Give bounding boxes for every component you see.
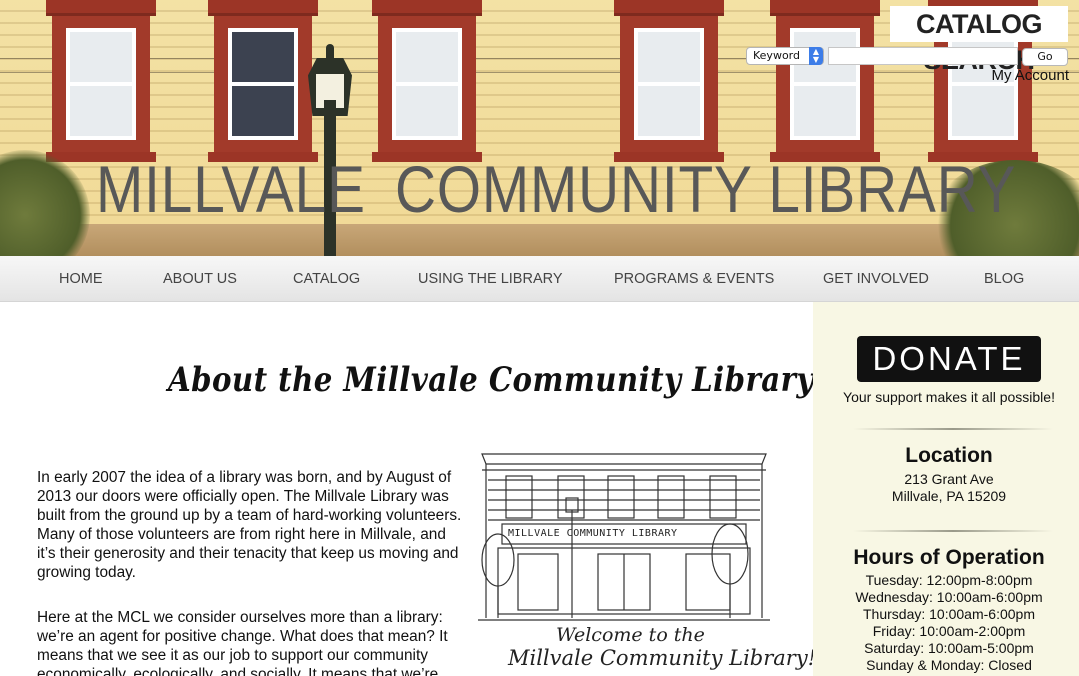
nav-about-us[interactable]: ABOUT US	[163, 256, 237, 302]
illustration-sign-text: MILLVALE COMMUNITY LIBRARY	[508, 528, 678, 539]
donate-button[interactable]: DONATE	[857, 336, 1041, 382]
site-logo-title[interactable]: MILLVALE COMMUNITY LIBRARY	[96, 156, 1016, 222]
power-line	[0, 72, 1079, 73]
site-title-right: COMMUNITY LIBRARY	[395, 152, 1017, 226]
hours-heading: Hours of Operation	[853, 546, 1045, 569]
search-type-value: Keyword	[753, 49, 800, 62]
illustration-caption-line2: Millvale Community Library!	[508, 646, 817, 670]
banner-window	[46, 0, 156, 162]
nav-using-the-library[interactable]: USING THE LIBRARY	[418, 256, 563, 302]
hours-friday: Friday: 10:00am-2:00pm	[872, 623, 1026, 639]
banner-window	[372, 0, 482, 162]
nav-get-involved[interactable]: GET INVOLVED	[823, 256, 929, 302]
sidebar-divider	[853, 530, 1053, 532]
nav-programs-events[interactable]: PROGRAMS & EVENTS	[614, 256, 774, 302]
address-line2: Millvale, PA 15209	[891, 488, 1007, 504]
hours-tuesday: Tuesday: 12:00pm-8:00pm	[865, 572, 1033, 588]
search-type-select[interactable]: Keyword ▲ ▼	[746, 47, 824, 65]
mission-paragraph: Here at the MCL we consider ourselves mo…	[37, 609, 448, 676]
hours-sunday-monday: Sunday & Monday: Closed	[866, 657, 1032, 673]
hours-thursday: Thursday: 10:00am-6:00pm	[863, 606, 1035, 622]
illustration-caption-line1: Welcome to the	[556, 624, 705, 646]
banner-window	[614, 0, 724, 162]
go-button[interactable]: Go	[1022, 48, 1068, 66]
donate-tagline: Your support makes it all possible!	[843, 389, 1055, 405]
sidebar-divider	[853, 428, 1053, 430]
intro-paragraph: In early 2007 the idea of a library was …	[37, 469, 462, 581]
page-title: About the Millvale Community Library	[168, 360, 814, 400]
address-line1: 213 Grant Ave	[904, 471, 994, 487]
nav-catalog[interactable]: CATALOG	[293, 256, 360, 302]
main-nav: HOME ABOUT US CATALOG USING THE LIBRARY …	[0, 256, 1079, 302]
catalog-search-title: CATALOG SEARCH	[890, 6, 1068, 75]
banner-ground	[0, 224, 1079, 256]
select-arrows-icon: ▲ ▼	[809, 47, 823, 65]
nav-home[interactable]: HOME	[59, 256, 103, 302]
site-title-left: MILLVALE	[96, 152, 366, 226]
hours-wednesday: Wednesday: 10:00am-6:00pm	[855, 589, 1043, 605]
hours-saturday: Saturday: 10:00am-5:00pm	[864, 640, 1034, 656]
banner-window	[208, 0, 318, 162]
location-heading: Location	[905, 444, 993, 467]
sidebar: DONATE Your support makes it all possibl…	[813, 302, 1079, 676]
banner-window	[770, 0, 880, 162]
my-account-link[interactable]: My Account	[991, 67, 1069, 84]
catalog-search-input[interactable]	[828, 47, 1018, 65]
nav-blog[interactable]: BLOG	[984, 256, 1024, 302]
street-lamp	[326, 44, 334, 60]
